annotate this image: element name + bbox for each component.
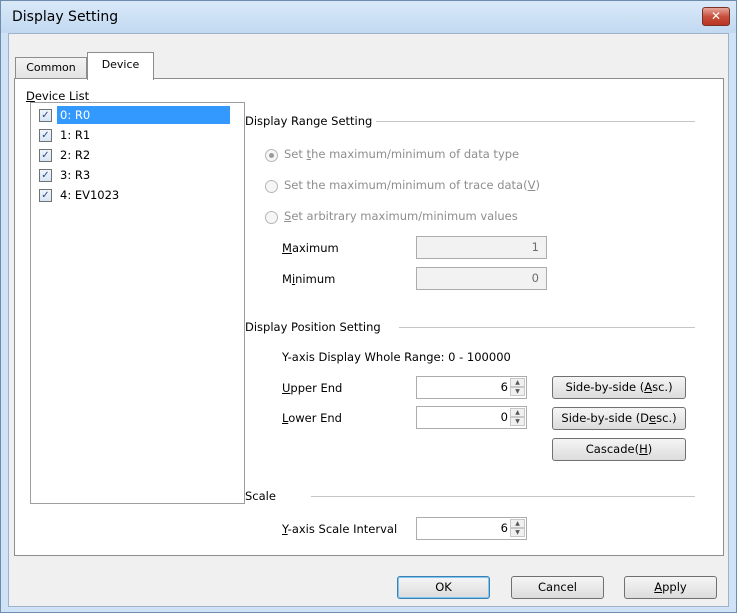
spin-up-icon[interactable]: ▲ — [510, 519, 525, 528]
close-icon: ✕ — [710, 9, 722, 23]
list-item[interactable]: ✓ 3: R3 — [33, 165, 239, 185]
group-divider — [311, 496, 695, 497]
list-item-label: 2: R2 — [60, 148, 91, 162]
check-icon: ✓ — [41, 130, 50, 141]
display-position-heading: Display Position Setting — [245, 320, 381, 334]
minimum-label: Minimum — [282, 272, 336, 286]
radio-arbitrary-label: Set arbitrary maximum/minimum values — [284, 209, 518, 223]
spin-down-icon[interactable]: ▼ — [510, 417, 525, 426]
lower-end-label: Lower End — [282, 411, 342, 425]
radio-trace-range[interactable] — [265, 180, 278, 193]
group-divider — [376, 121, 695, 122]
minimum-input[interactable]: 0 — [416, 267, 547, 290]
checkbox[interactable]: ✓ — [39, 109, 52, 122]
check-icon: ✓ — [41, 190, 50, 201]
device-list[interactable]: ✓ 0: R0 ✓ 1: R1 ✓ 2: R2 ✓ 3: R3 ✓ 4: EV1023 — [30, 102, 245, 504]
scale-interval-stepper[interactable]: 6 ▲ ▼ — [416, 517, 527, 540]
side-by-side-desc-button[interactable]: Side-by-side (Desc.) — [552, 407, 686, 430]
check-icon: ✓ — [41, 150, 50, 161]
checkbox[interactable]: ✓ — [39, 149, 52, 162]
radio-datatype-range[interactable] — [265, 149, 278, 162]
dialog-client: Common Device Device List ✓ 0: R0 ✓ 1: R1 ✓ 2… — [8, 33, 729, 607]
dialog-window: Display Setting ✕ Common Device Device L… — [0, 0, 737, 613]
list-item-label: 3: R3 — [60, 168, 91, 182]
list-item[interactable]: ✓ 0: R0 — [33, 105, 239, 125]
radio-arbitrary-range[interactable] — [265, 211, 278, 224]
lower-end-value: 0 — [500, 410, 508, 424]
upper-end-value: 6 — [500, 380, 508, 394]
cancel-button[interactable]: Cancel — [511, 576, 604, 599]
scale-interval-value: 6 — [500, 521, 508, 535]
side-by-side-asc-button[interactable]: Side-by-side (Asc.) — [552, 376, 686, 399]
checkbox[interactable]: ✓ — [39, 129, 52, 142]
checkbox[interactable]: ✓ — [39, 189, 52, 202]
spin-up-icon[interactable]: ▲ — [510, 408, 525, 417]
maximum-label: Maximum — [282, 241, 339, 255]
checkbox[interactable]: ✓ — [39, 169, 52, 182]
whole-range-text: Y-axis Display Whole Range: 0 - 100000 — [282, 350, 511, 364]
radio-datatype-label: Set the maximum/minimum of data type — [284, 147, 520, 161]
device-list-label: Device List — [26, 89, 90, 103]
list-item[interactable]: ✓ 1: R1 — [33, 125, 239, 145]
close-button[interactable]: ✕ — [702, 7, 730, 26]
group-divider — [399, 327, 695, 328]
upper-end-stepper[interactable]: 6 ▲ ▼ — [416, 376, 527, 399]
scale-heading: Scale — [245, 489, 276, 503]
list-item-label: 1: R1 — [60, 128, 91, 142]
list-item[interactable]: ✓ 4: EV1023 — [33, 185, 239, 205]
list-item-label: 4: EV1023 — [60, 188, 120, 202]
tab-device[interactable]: Device — [87, 52, 154, 80]
window-title: Display Setting — [12, 9, 119, 25]
apply-button[interactable]: Apply — [624, 576, 717, 599]
check-icon: ✓ — [41, 170, 50, 181]
radio-trace-label: Set the maximum/minimum of trace data(V) — [284, 178, 540, 192]
upper-end-label: Upper End — [282, 381, 343, 395]
ok-button[interactable]: OK — [397, 576, 490, 599]
check-icon: ✓ — [41, 110, 50, 121]
title-bar[interactable]: Display Setting ✕ — [1, 1, 736, 33]
spin-down-icon[interactable]: ▼ — [510, 528, 525, 537]
lower-end-stepper[interactable]: 0 ▲ ▼ — [416, 406, 527, 429]
spin-up-icon[interactable]: ▲ — [510, 378, 525, 387]
scale-interval-label: Y-axis Scale Interval — [282, 522, 398, 536]
list-item-label: 0: R0 — [57, 106, 230, 124]
list-item[interactable]: ✓ 2: R2 — [33, 145, 239, 165]
tab-common[interactable]: Common — [15, 57, 87, 79]
display-range-heading: Display Range Setting — [245, 114, 373, 128]
spin-down-icon[interactable]: ▼ — [510, 387, 525, 396]
maximum-input[interactable]: 1 — [416, 236, 547, 259]
cascade-button[interactable]: Cascade(H) — [552, 438, 686, 461]
